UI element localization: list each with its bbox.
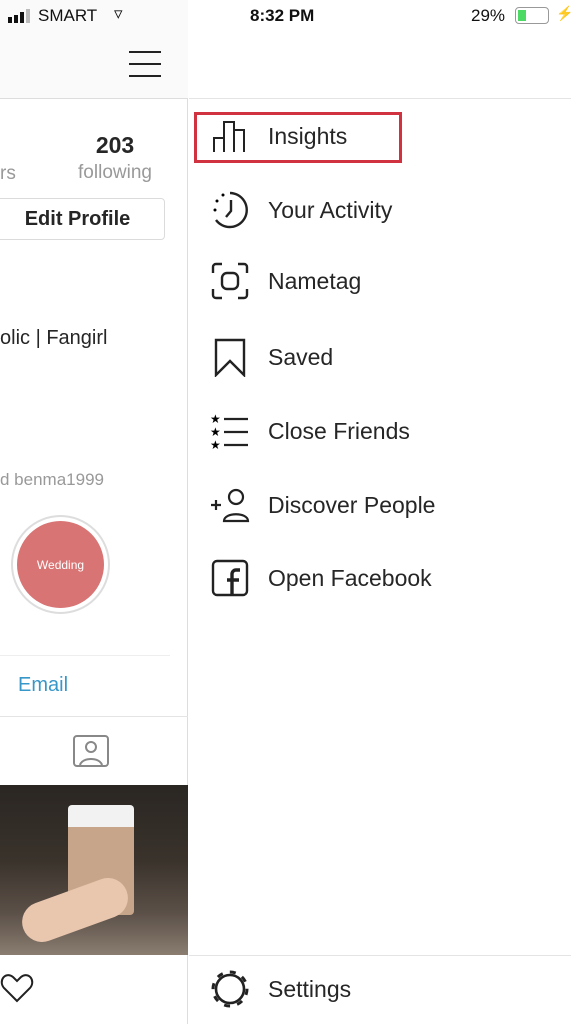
add-person-icon [211, 488, 250, 523]
wifi-icon: ▿ [114, 4, 123, 23]
divider [189, 955, 571, 956]
menu-item-saved[interactable]: Saved [195, 333, 571, 381]
divider [0, 655, 170, 656]
settings-button[interactable]: Settings [195, 965, 571, 1013]
close-friends-list-icon: ★★★ [210, 412, 248, 451]
bookmark-icon [214, 338, 246, 377]
menu-label: Saved [268, 343, 334, 370]
tagged-photos-icon[interactable] [73, 733, 109, 767]
menu-item-close-friends[interactable]: ★ ★ ★ Close Friends [195, 407, 571, 455]
menu-label: Your Activity [268, 196, 393, 223]
profile-panel: rs 203 following Edit Profile olic | Fan… [0, 0, 188, 1024]
menu-item-insights[interactable]: Insights [195, 112, 571, 160]
menu-item-discover-people[interactable]: Discover People [195, 481, 571, 529]
battery-percent: 29% [471, 6, 506, 25]
charging-icon: ⚡ [556, 5, 571, 21]
following-count[interactable]: 203 [60, 132, 170, 159]
menu-item-your-activity[interactable]: Your Activity [195, 186, 571, 234]
clock: 8:32 PM [250, 6, 315, 25]
menu-item-open-facebook[interactable]: Open Facebook [195, 554, 571, 602]
edit-profile-button[interactable]: Edit Profile [0, 198, 165, 240]
menu-label: Discover People [268, 491, 436, 518]
menu-label: Insights [268, 122, 348, 149]
nametag-icon [211, 262, 249, 300]
status-bar: SMART ▿ 8:32 PM 29% ⚡ [0, 0, 571, 32]
menu-header [189, 32, 571, 99]
menu-label: Close Friends [268, 417, 410, 444]
bio-text: olic | Fangirl [0, 327, 108, 349]
heart-icon[interactable] [0, 972, 34, 1004]
followers-label: rs [0, 163, 16, 184]
signal-icon [8, 9, 30, 23]
carrier: SMART [38, 6, 98, 25]
menu-item-nametag[interactable]: Nametag [195, 257, 571, 305]
menu-label: Nametag [268, 267, 362, 294]
bar-chart-icon [213, 121, 245, 152]
story-highlight-wedding[interactable]: Wedding [11, 515, 110, 614]
svg-text:★: ★ [210, 412, 221, 426]
battery-icon [515, 7, 549, 24]
hamburger-menu-icon[interactable] [128, 50, 162, 78]
email-button[interactable]: Email [18, 674, 68, 697]
post-photo[interactable] [0, 785, 188, 955]
gear-icon [211, 970, 249, 1008]
settings-label: Settings [268, 975, 352, 1002]
highlight-label: Wedding [17, 521, 104, 608]
svg-text:★: ★ [210, 438, 221, 451]
divider [0, 716, 188, 717]
following-label[interactable]: following [60, 162, 170, 184]
followed-by-text[interactable]: d benma1999 [0, 470, 104, 490]
facebook-icon [211, 559, 249, 597]
svg-text:★: ★ [210, 425, 221, 439]
menu-label: Open Facebook [268, 564, 432, 591]
activity-clock-icon [213, 191, 248, 229]
